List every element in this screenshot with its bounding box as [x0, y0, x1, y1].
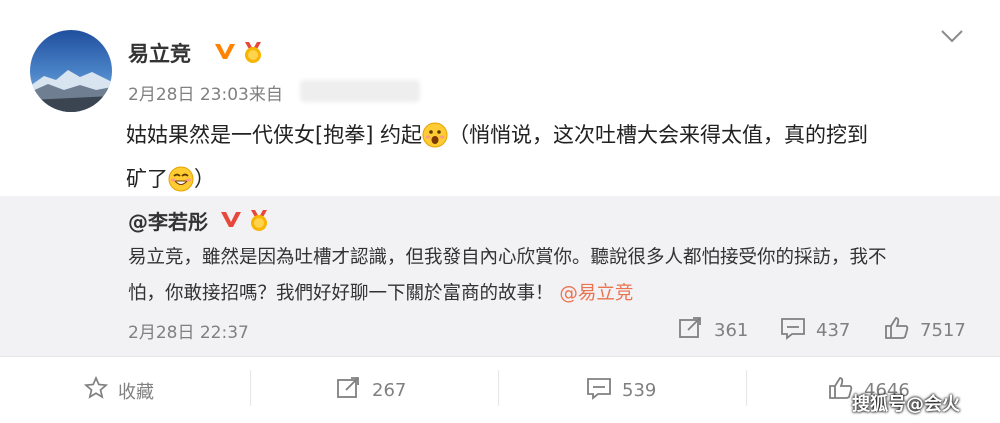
repost-time[interactable]: 2月28日 22:37	[128, 318, 249, 343]
repost-repost-button[interactable]: 361	[678, 316, 748, 345]
repost-text-line-2: 怕，你敢接招嗎？我們好好聊一下關於富商的故事！	[128, 283, 554, 304]
source-prefix: 来自	[248, 85, 283, 105]
medal-icon	[240, 40, 266, 64]
verified-v-icon	[214, 42, 236, 60]
repost-comment-count: 437	[816, 320, 851, 341]
grin-emoji	[168, 163, 194, 192]
comment-count: 539	[622, 380, 657, 401]
watermark: 搜狐号@会火	[852, 394, 960, 415]
mention-link[interactable]: @易立竞	[559, 283, 633, 304]
favorite-button[interactable]: 收藏	[83, 375, 154, 405]
verified-v-icon	[220, 210, 242, 228]
content-text-2: （悄悄说，这次吐槽大会来得太值，真的挖到	[448, 123, 869, 147]
divider	[250, 370, 251, 406]
repost-icon	[678, 316, 704, 345]
avatar[interactable]	[30, 30, 112, 112]
content-text-1: 姑姑果然是一代侠女[抱拳] 约起	[126, 123, 423, 147]
divider	[746, 370, 747, 406]
chevron-down-icon[interactable]	[938, 26, 966, 46]
content-text-4: ）	[194, 167, 215, 191]
repost-text-line-1: 易立竞，雖然是因為吐槽才認識，但我發自內心欣賞你。聽說很多人都怕接受你的採訪，我…	[128, 247, 887, 268]
medal-icon	[246, 208, 272, 232]
repost-icon	[336, 376, 362, 405]
repost-repost-count: 361	[714, 320, 749, 341]
blurred-source	[300, 80, 420, 102]
repost-text: 易立竞，雖然是因為吐槽才認識，但我發自內心欣賞你。聽說很多人都怕接受你的採訪，我…	[128, 240, 968, 312]
content-text-3: 矿了	[126, 167, 168, 191]
like-icon	[884, 316, 910, 345]
repost-like-count: 7517	[920, 320, 966, 341]
surprised-emoji	[422, 119, 448, 148]
divider	[498, 370, 499, 406]
like-icon	[828, 376, 854, 405]
repost-like-button[interactable]: 7517	[884, 316, 966, 345]
username[interactable]: 易立竞	[128, 38, 191, 68]
comment-icon	[586, 376, 612, 405]
repost-comment-button[interactable]: 437	[780, 316, 850, 345]
repost-count: 267	[372, 380, 407, 401]
post-meta: 2月28日 23:03来自	[128, 80, 283, 105]
post-content: 姑姑果然是一代侠女[抱拳] 约起 （悄悄说，这次吐槽大会来得太值，真的挖到矿了 ）	[126, 113, 956, 201]
post-time[interactable]: 2月28日 23:03	[128, 85, 249, 105]
favorite-label: 收藏	[118, 381, 154, 403]
comment-icon	[780, 316, 806, 345]
repost-username[interactable]: @李若彤	[128, 206, 208, 235]
comment-button[interactable]: 539	[586, 376, 656, 405]
star-icon	[83, 375, 109, 405]
repost-button[interactable]: 267	[336, 376, 406, 405]
